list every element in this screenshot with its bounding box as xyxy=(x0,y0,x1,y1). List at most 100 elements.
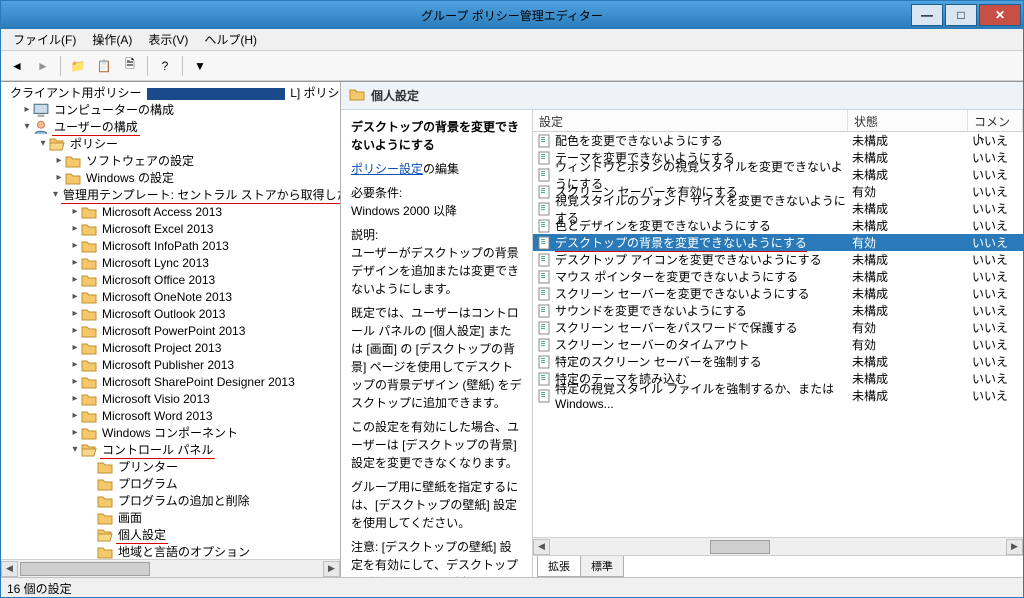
expand-toggle[interactable]: ▸ xyxy=(69,223,81,234)
tree-software-settings[interactable]: ▸ソフトウェアの設定 xyxy=(1,152,340,169)
back-button[interactable]: ◄ xyxy=(5,54,29,78)
scroll-track[interactable] xyxy=(18,561,323,577)
tree-item-microsoft-access-2013[interactable]: ▸Microsoft Access 2013 xyxy=(1,203,340,220)
tree-item-microsoft-infopath-2013[interactable]: ▸Microsoft InfoPath 2013 xyxy=(1,237,340,254)
setting-state: 未構成 xyxy=(848,200,968,217)
list-row[interactable]: 視覚スタイルのフォント サイズを変更できないようにする未構成いいえ xyxy=(533,200,1023,217)
status-bar: 16 個の設定 xyxy=(1,577,1023,597)
expand-toggle[interactable]: ▸ xyxy=(69,206,81,217)
list-row[interactable]: 特定の視覚スタイル ファイルを強制するか、または Windows...未構成いい… xyxy=(533,387,1023,404)
scroll-right-button[interactable]: ▶ xyxy=(1006,539,1023,555)
expand-toggle[interactable]: ▸ xyxy=(69,427,81,438)
tree-cp-個人設定[interactable]: 個人設定 xyxy=(1,526,340,543)
tree-item-microsoft-word-2013[interactable]: ▸Microsoft Word 2013 xyxy=(1,407,340,424)
export-button[interactable]: 🗎 xyxy=(118,54,142,78)
expand-toggle[interactable]: ▸ xyxy=(69,359,81,370)
tree-item-microsoft-onenote-2013[interactable]: ▸Microsoft OneNote 2013 xyxy=(1,288,340,305)
expand-toggle[interactable]: ▸ xyxy=(69,376,81,387)
tab-extended[interactable]: 拡張 xyxy=(537,556,581,577)
tree-item-microsoft-office-2013[interactable]: ▸Microsoft Office 2013 xyxy=(1,271,340,288)
filter-button[interactable]: ▼ xyxy=(188,54,212,78)
expand-toggle[interactable]: ▸ xyxy=(21,104,33,115)
forward-button[interactable]: ► xyxy=(31,54,55,78)
show-hide-tree-button[interactable]: 📋 xyxy=(92,54,116,78)
tab-standard[interactable]: 標準 xyxy=(580,556,624,577)
column-state[interactable]: 状態 xyxy=(848,110,968,131)
menu-action[interactable]: 操作(A) xyxy=(84,29,140,50)
expand-toggle[interactable]: ▸ xyxy=(69,257,81,268)
list-row[interactable]: スクリーン セーバーのタイムアウト有効いいえ xyxy=(533,336,1023,353)
tree-admin-templates[interactable]: ▾管理用テンプレート: セントラル ストアから取得したポリシー xyxy=(1,186,340,203)
scroll-right-button[interactable]: ▶ xyxy=(323,561,340,577)
expand-toggle[interactable]: ▸ xyxy=(69,325,81,336)
expand-toggle[interactable]: ▸ xyxy=(53,155,65,166)
column-setting[interactable]: 設定 xyxy=(533,110,848,131)
minimize-button[interactable]: — xyxy=(911,4,943,26)
folder-icon xyxy=(81,357,97,373)
expand-toggle[interactable]: ▸ xyxy=(69,342,81,353)
expand-toggle[interactable]: ▸ xyxy=(69,240,81,251)
tree-item-microsoft-powerpoint-2013[interactable]: ▸Microsoft PowerPoint 2013 xyxy=(1,322,340,339)
expand-toggle[interactable]: ▾ xyxy=(53,189,58,200)
tree-cp-地域と言語のオプション[interactable]: 地域と言語のオプション xyxy=(1,543,340,559)
up-button[interactable]: 📁 xyxy=(66,54,90,78)
tree-item-label: Microsoft Excel 2013 xyxy=(100,222,215,236)
expand-toggle[interactable]: ▸ xyxy=(69,308,81,319)
tree-cp-プリンター[interactable]: プリンター xyxy=(1,458,340,475)
expand-toggle[interactable]: ▸ xyxy=(69,291,81,302)
tree-windows-settings[interactable]: ▸Windows の設定 xyxy=(1,169,340,186)
expand-toggle[interactable]: ▾ xyxy=(69,444,81,455)
expand-toggle[interactable]: ▾ xyxy=(37,138,49,149)
list-row[interactable]: ウィンドウとボタンの視覚スタイルを変更できないようにする未構成いいえ xyxy=(533,166,1023,183)
expand-toggle[interactable]: ▸ xyxy=(69,274,81,285)
list-row[interactable]: スクリーン セーバーをパスワードで保護する有効いいえ xyxy=(533,319,1023,336)
tree-root[interactable]: クライアント用ポリシー L] ポリシー xyxy=(1,84,340,101)
list-row[interactable]: デスクトップ アイコンを変更できないようにする未構成いいえ xyxy=(533,251,1023,268)
scroll-track[interactable] xyxy=(550,539,1006,555)
tree-item-microsoft-sharepoint-designer-2013[interactable]: ▸Microsoft SharePoint Designer 2013 xyxy=(1,373,340,390)
expand-toggle[interactable]: ▸ xyxy=(69,410,81,421)
tree-cp-プログラム[interactable]: プログラム xyxy=(1,475,340,492)
tree-cp-プログラムの追加と削除[interactable]: プログラムの追加と削除 xyxy=(1,492,340,509)
tree-item-microsoft-publisher-2013[interactable]: ▸Microsoft Publisher 2013 xyxy=(1,356,340,373)
expand-toggle[interactable]: ▸ xyxy=(69,393,81,404)
column-comment[interactable]: コメント xyxy=(968,110,1023,131)
tree-item-microsoft-project-2013[interactable]: ▸Microsoft Project 2013 xyxy=(1,339,340,356)
tree-view[interactable]: クライアント用ポリシー L] ポリシー▸コンピューターの構成▾ユーザーの構成▾ポ… xyxy=(1,82,340,559)
expand-toggle[interactable]: ▸ xyxy=(53,172,65,183)
menu-file[interactable]: ファイル(F) xyxy=(5,29,84,50)
list-row[interactable]: 色とデザインを変更できないようにする未構成いいえ xyxy=(533,217,1023,234)
list-row[interactable]: サウンドを変更できないようにする未構成いいえ xyxy=(533,302,1023,319)
tree-item-label: プリンター xyxy=(116,458,180,475)
tree-computer-config[interactable]: ▸コンピューターの構成 xyxy=(1,101,340,118)
list-row[interactable]: マウス ポインターを変更できないようにする未構成いいえ xyxy=(533,268,1023,285)
tree-user-config[interactable]: ▾ユーザーの構成 xyxy=(1,118,340,135)
scroll-left-button[interactable]: ◀ xyxy=(533,539,550,555)
list-row[interactable]: 特定のスクリーン セーバーを強制する未構成いいえ xyxy=(533,353,1023,370)
tree-control-panel[interactable]: ▾コントロール パネル xyxy=(1,441,340,458)
help-button[interactable]: ? xyxy=(153,54,177,78)
scroll-left-button[interactable]: ◀ xyxy=(1,561,18,577)
list-row[interactable]: 配色を変更できないようにする未構成いいえ xyxy=(533,132,1023,149)
expand-toggle[interactable]: ▾ xyxy=(21,121,33,132)
list-hscroll[interactable]: ◀ ▶ xyxy=(533,537,1023,555)
tree-policy[interactable]: ▾ポリシー xyxy=(1,135,340,152)
setting-comment: いいえ xyxy=(968,387,1023,404)
scroll-thumb[interactable] xyxy=(710,540,770,554)
tree-item-microsoft-visio-2013[interactable]: ▸Microsoft Visio 2013 xyxy=(1,390,340,407)
list-body[interactable]: 配色を変更できないようにする未構成いいえテーマを変更できないようにする未構成いい… xyxy=(533,132,1023,537)
tree-item-microsoft-outlook-2013[interactable]: ▸Microsoft Outlook 2013 xyxy=(1,305,340,322)
close-button[interactable]: ✕ xyxy=(979,4,1021,26)
maximize-button[interactable]: □ xyxy=(945,4,977,26)
scroll-thumb[interactable] xyxy=(20,562,150,576)
tree-item-windows-コンポーネント[interactable]: ▸Windows コンポーネント xyxy=(1,424,340,441)
list-row[interactable]: スクリーン セーバーを変更できないようにする未構成いいえ xyxy=(533,285,1023,302)
menu-view[interactable]: 表示(V) xyxy=(140,29,196,50)
list-row[interactable]: デスクトップの背景を変更できないようにする有効いいえ xyxy=(533,234,1023,251)
menu-help[interactable]: ヘルプ(H) xyxy=(196,29,265,50)
tree-item-microsoft-excel-2013[interactable]: ▸ Microsoft Excel 2013 xyxy=(1,220,340,237)
tree-hscroll[interactable]: ◀ ▶ xyxy=(1,559,340,577)
tree-item-microsoft-lync-2013[interactable]: ▸Microsoft Lync 2013 xyxy=(1,254,340,271)
tree-cp-画面[interactable]: 画面 xyxy=(1,509,340,526)
edit-policy-link[interactable]: ポリシー設定 xyxy=(351,162,423,176)
